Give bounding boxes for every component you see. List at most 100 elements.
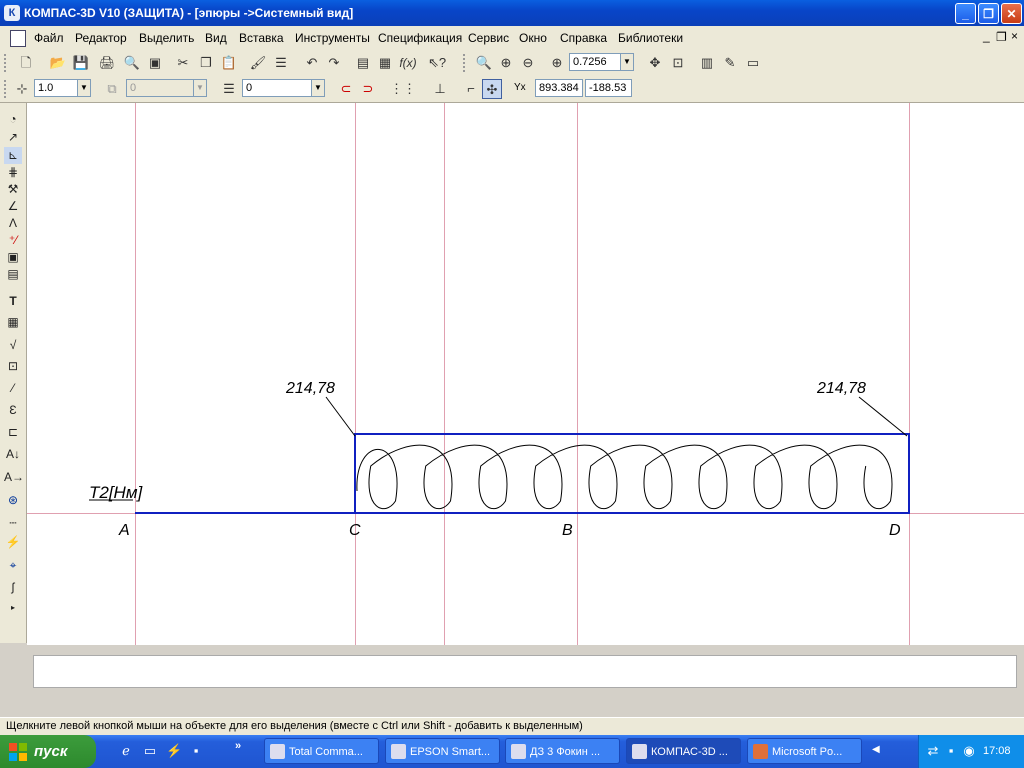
tolerance-icon[interactable]: ⊏ [4,424,22,441]
zoom-scale-icon[interactable]: ⊕ [547,53,567,73]
format-brush-icon[interactable]: 🖌 [248,53,268,73]
properties-icon[interactable]: ▣ [145,53,165,73]
menu-edit[interactable]: Редактор [75,31,127,45]
cut-line-icon[interactable]: A↓ [4,446,22,463]
snap-settings-icon[interactable]: ⊃ [358,79,378,99]
display-icon[interactable]: ▭ [743,53,763,73]
measure-icon[interactable]: ∠ [4,198,22,215]
menu-insert[interactable]: Вставка [239,31,284,45]
coord-y-field[interactable]: -188.53 [585,79,632,97]
undo-icon[interactable]: ↶ [302,53,322,73]
center-mark-icon[interactable]: ⊛ [4,492,22,509]
task-total-commander[interactable]: Total Comma... [264,738,379,764]
grid-icon[interactable]: ⋮⋮ [390,79,416,99]
zoom-dropdown-chevron-icon[interactable]: ▼ [620,53,634,71]
axis-line-icon[interactable]: ┄ [4,515,22,532]
cut-icon[interactable]: ✂ [173,53,193,73]
task-word-doc[interactable]: ДЗ 3 Фокин ... [505,738,620,764]
variables-fx-icon[interactable]: f(x) [398,53,418,73]
toolbar-grip[interactable] [463,54,468,72]
menu-specification[interactable]: Спецификация [378,31,462,45]
antivirus-tray-icon[interactable]: ◉ [961,743,977,759]
network-tray-icon[interactable]: ⇄ [925,743,941,759]
task-kompas[interactable]: КОМПАС-3D ... [626,738,741,764]
redo-icon[interactable]: ↷ [324,53,344,73]
save-icon[interactable]: 💾 [71,53,91,73]
pan-icon[interactable]: ✥ [645,53,665,73]
dimensions-icon[interactable]: ↗ [4,129,22,146]
step-cursor-icon[interactable]: ⊹ [12,79,32,99]
print-icon[interactable]: 🖨 [97,53,117,73]
spec-icon[interactable]: ▣ [4,249,22,266]
zoom-icon[interactable]: 🔍 [474,53,494,73]
break-line-icon[interactable]: ʃ [4,579,22,596]
associative-icon[interactable]: ⁺⁄ [4,232,22,249]
menu-service[interactable]: Сервис [468,31,509,45]
document-icon[interactable] [10,30,26,47]
manager-icon[interactable]: ▤ [353,53,373,73]
layers-icon[interactable]: ▥ [697,53,717,73]
reports-icon[interactable]: ▤ [4,266,22,283]
doc-close-button[interactable]: × [1011,29,1018,43]
snap-toggle-icon[interactable]: ✣ [482,79,502,99]
help-pointer-icon[interactable]: ⇖? [427,53,447,73]
properties-box[interactable] [33,655,1017,688]
zoom-fit-icon[interactable]: ⊡ [668,53,688,73]
clock[interactable]: 17:08 [983,745,1011,757]
refresh-icon[interactable]: ✎ [720,53,740,73]
menu-tools[interactable]: Инструменты [295,31,370,45]
winamp-icon[interactable]: ⚡ [166,743,182,759]
new-document-icon[interactable]: 🗋 [16,53,36,73]
menu-file[interactable]: Файл [34,31,64,45]
drawing-canvas[interactable]: 214,78 214,78 T2[Нм] A C B D [27,103,1024,645]
menu-view[interactable]: Вид [205,31,227,45]
quicklaunch-chevron[interactable]: » [235,740,241,752]
table-tool-icon[interactable]: ▦ [4,314,22,331]
task-powerpoint[interactable]: Microsoft Po... [747,738,862,764]
doc-restore-button[interactable]: ❐ [996,30,1007,44]
network-icon[interactable]: ▭ [142,743,158,759]
parametrization-icon[interactable]: ⚒ [4,181,22,198]
menu-help[interactable]: Справка [560,31,607,45]
start-button[interactable]: пуск [0,735,96,768]
copy-icon[interactable]: ❐ [196,53,216,73]
ie-icon[interactable]: ℯ [118,743,134,759]
position-icon[interactable]: Ɛ [4,402,22,419]
ortho-icon[interactable]: ⌐ [461,79,481,99]
roughness-icon[interactable]: √ [4,337,22,354]
step-dropdown-chevron-icon[interactable]: ▼ [77,79,91,97]
menu-window[interactable]: Окно [519,31,547,45]
leader-icon[interactable]: ⁄ [4,380,22,397]
local-cs-icon[interactable]: ⊥ [430,79,450,99]
step-input[interactable]: 1.0 [34,79,78,97]
minimize-button[interactable]: _ [955,3,976,24]
snap-magnet-icon[interactable]: ⊂ [336,79,356,99]
toolbar-grip[interactable] [4,54,9,72]
zoom-input[interactable]: 0.7256 [569,53,621,71]
save-quicklaunch-icon[interactable]: ▪ [188,743,204,759]
text-tool-icon[interactable]: T [4,293,22,310]
kompas-app-icon[interactable]: К [4,5,20,21]
paste-icon[interactable]: 📋 [219,53,239,73]
view-arrow-icon[interactable]: A→ [4,469,24,486]
base-icon[interactable]: ⊡ [4,358,22,375]
library-icon[interactable]: ▦ [375,53,395,73]
menu-libraries[interactable]: Библиотеки [618,31,683,45]
more-tools-chevron-icon[interactable]: ▸ [4,599,22,616]
layer-state-icon[interactable]: ☰ [219,79,239,99]
select-icon[interactable]: Ʌ [4,215,22,232]
close-button[interactable]: ✕ [1001,3,1022,24]
zoom-in-icon[interactable]: ⊕ [496,53,516,73]
list-icon[interactable]: ☰ [271,53,291,73]
toolbar-grip[interactable] [4,80,9,98]
wave-icon[interactable]: ⚡ [4,534,22,551]
print-preview-icon[interactable]: 🔍 [122,53,142,73]
designations-icon[interactable]: ⊾ [4,147,22,164]
task-epson[interactable]: EPSON Smart... [385,738,500,764]
layer-dropdown-chevron-icon[interactable]: ▼ [311,79,325,97]
crosshair-icon[interactable]: ⌖ [4,557,22,574]
zoom-out-icon[interactable]: ⊖ [518,53,538,73]
open-icon[interactable]: 📂 [48,53,68,73]
edit-icon[interactable]: ⋕ [4,164,22,181]
coord-x-field[interactable]: 893.384 [535,79,583,97]
